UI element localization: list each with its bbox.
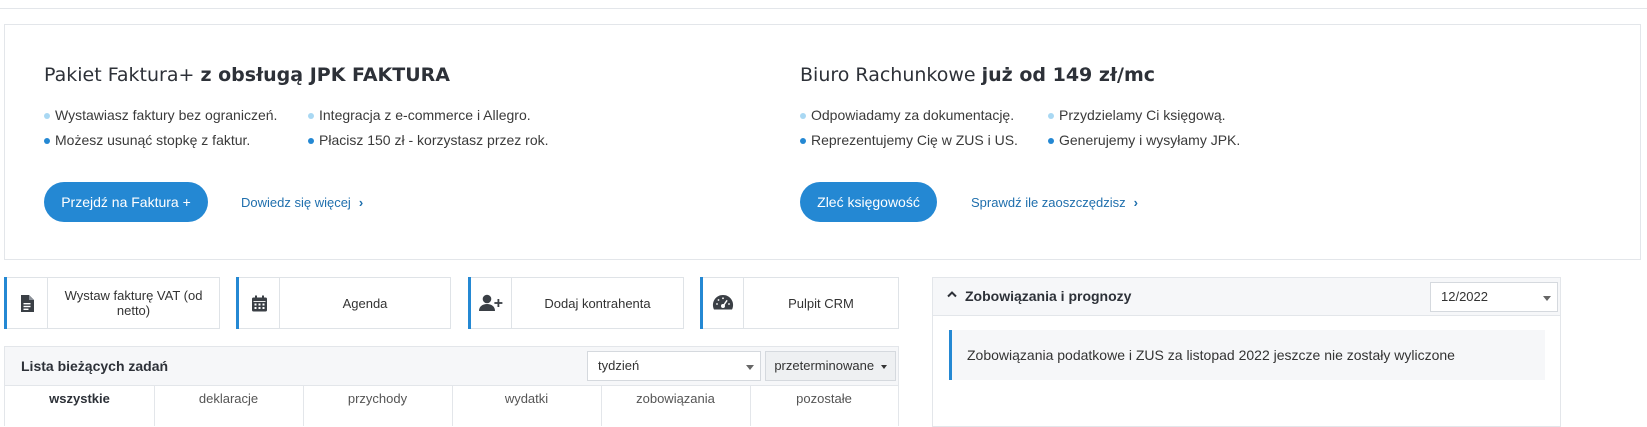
obligations-header[interactable]: Zobowiązania i prognozy 12/2022 <box>933 278 1560 316</box>
issue-vat-invoice-tile[interactable]: Wystaw fakturę VAT (od netto) <box>4 277 220 329</box>
tile-label: Agenda <box>342 295 388 311</box>
promo-title: Pakiet Faktura+ z obsługą JPK FAKTURA <box>44 64 450 86</box>
tab-expenses[interactable]: wydatki <box>452 386 602 426</box>
promo-banner: Pakiet Faktura+ z obsługą JPK FAKTURA Wy… <box>4 24 1641 260</box>
bullet-item: Przydzielamy Ci księgową. <box>1048 107 1226 123</box>
period-select[interactable]: tydzień <box>587 351 761 381</box>
add-user-icon <box>479 294 503 311</box>
check-savings-link[interactable]: Sprawdź ile zaoszczędzisz › <box>971 195 1138 210</box>
order-accounting-button[interactable]: Zleć księgowość <box>800 182 937 222</box>
go-to-faktura-plus-button[interactable]: Przejdź na Faktura + <box>44 182 208 222</box>
chevron-up-icon[interactable] <box>947 290 957 298</box>
tab-income[interactable]: przychody <box>303 386 453 426</box>
promo-title: Biuro Rachunkowe już od 149 zł/mc <box>800 64 1156 86</box>
caret-down-icon <box>746 365 754 370</box>
caret-down-icon <box>1543 296 1551 301</box>
document-icon <box>21 294 34 312</box>
bullet-item: Integracja z e-commerce i Allegro. <box>308 107 531 123</box>
current-tasks-panel: Lista bieżących zadań tydzień przetermin… <box>4 346 899 426</box>
chevron-right-icon: › <box>1133 195 1138 210</box>
bullet-item: Generujemy i wysyłamy JPK. <box>1048 132 1240 148</box>
tile-label: Wystaw fakturę VAT (od netto) <box>64 288 203 318</box>
tile-label: Dodaj kontrahenta <box>544 295 651 311</box>
obligations-title: Zobowiązania i prognozy <box>965 288 1132 304</box>
agenda-tile[interactable]: Agenda <box>236 277 451 329</box>
tab-all[interactable]: wszystkie <box>5 386 155 426</box>
crm-dashboard-tile[interactable]: Pulpit CRM <box>700 277 899 329</box>
overdue-filter-button[interactable]: przeterminowane <box>765 351 896 381</box>
top-divider <box>0 8 1647 9</box>
bullet-item: Odpowiadamy za dokumentację. <box>800 107 1014 123</box>
calendar-icon <box>251 295 267 311</box>
tasks-title: Lista bieżących zadań <box>21 358 169 374</box>
dashboard-gauge-icon <box>712 294 734 310</box>
tile-label: Pulpit CRM <box>788 295 854 311</box>
bullet-item: Reprezentujemy Cię w ZUS i US. <box>800 132 1018 148</box>
bullet-item: Możesz usunąć stopkę z faktur. <box>44 132 250 148</box>
tab-obligations[interactable]: zobowiązania <box>601 386 751 426</box>
bullet-item: Wystawiasz faktury bez ograniczeń. <box>44 107 277 123</box>
obligations-info-message: Zobowiązania podatkowe i ZUS za listopad… <box>949 330 1545 380</box>
bullet-item: Płacisz 150 zł - korzystasz przez rok. <box>308 132 549 148</box>
tab-other[interactable]: pozostałe <box>750 386 898 426</box>
tab-declarations[interactable]: deklaracje <box>154 386 304 426</box>
add-contractor-tile[interactable]: Dodaj kontrahenta <box>468 277 684 329</box>
obligations-panel: Zobowiązania i prognozy 12/2022 Zobowiąz… <box>932 277 1561 427</box>
learn-more-link[interactable]: Dowiedz się więcej › <box>241 195 363 210</box>
month-select[interactable]: 12/2022 <box>1430 282 1558 312</box>
caret-down-icon <box>880 364 887 369</box>
chevron-right-icon: › <box>358 195 364 210</box>
